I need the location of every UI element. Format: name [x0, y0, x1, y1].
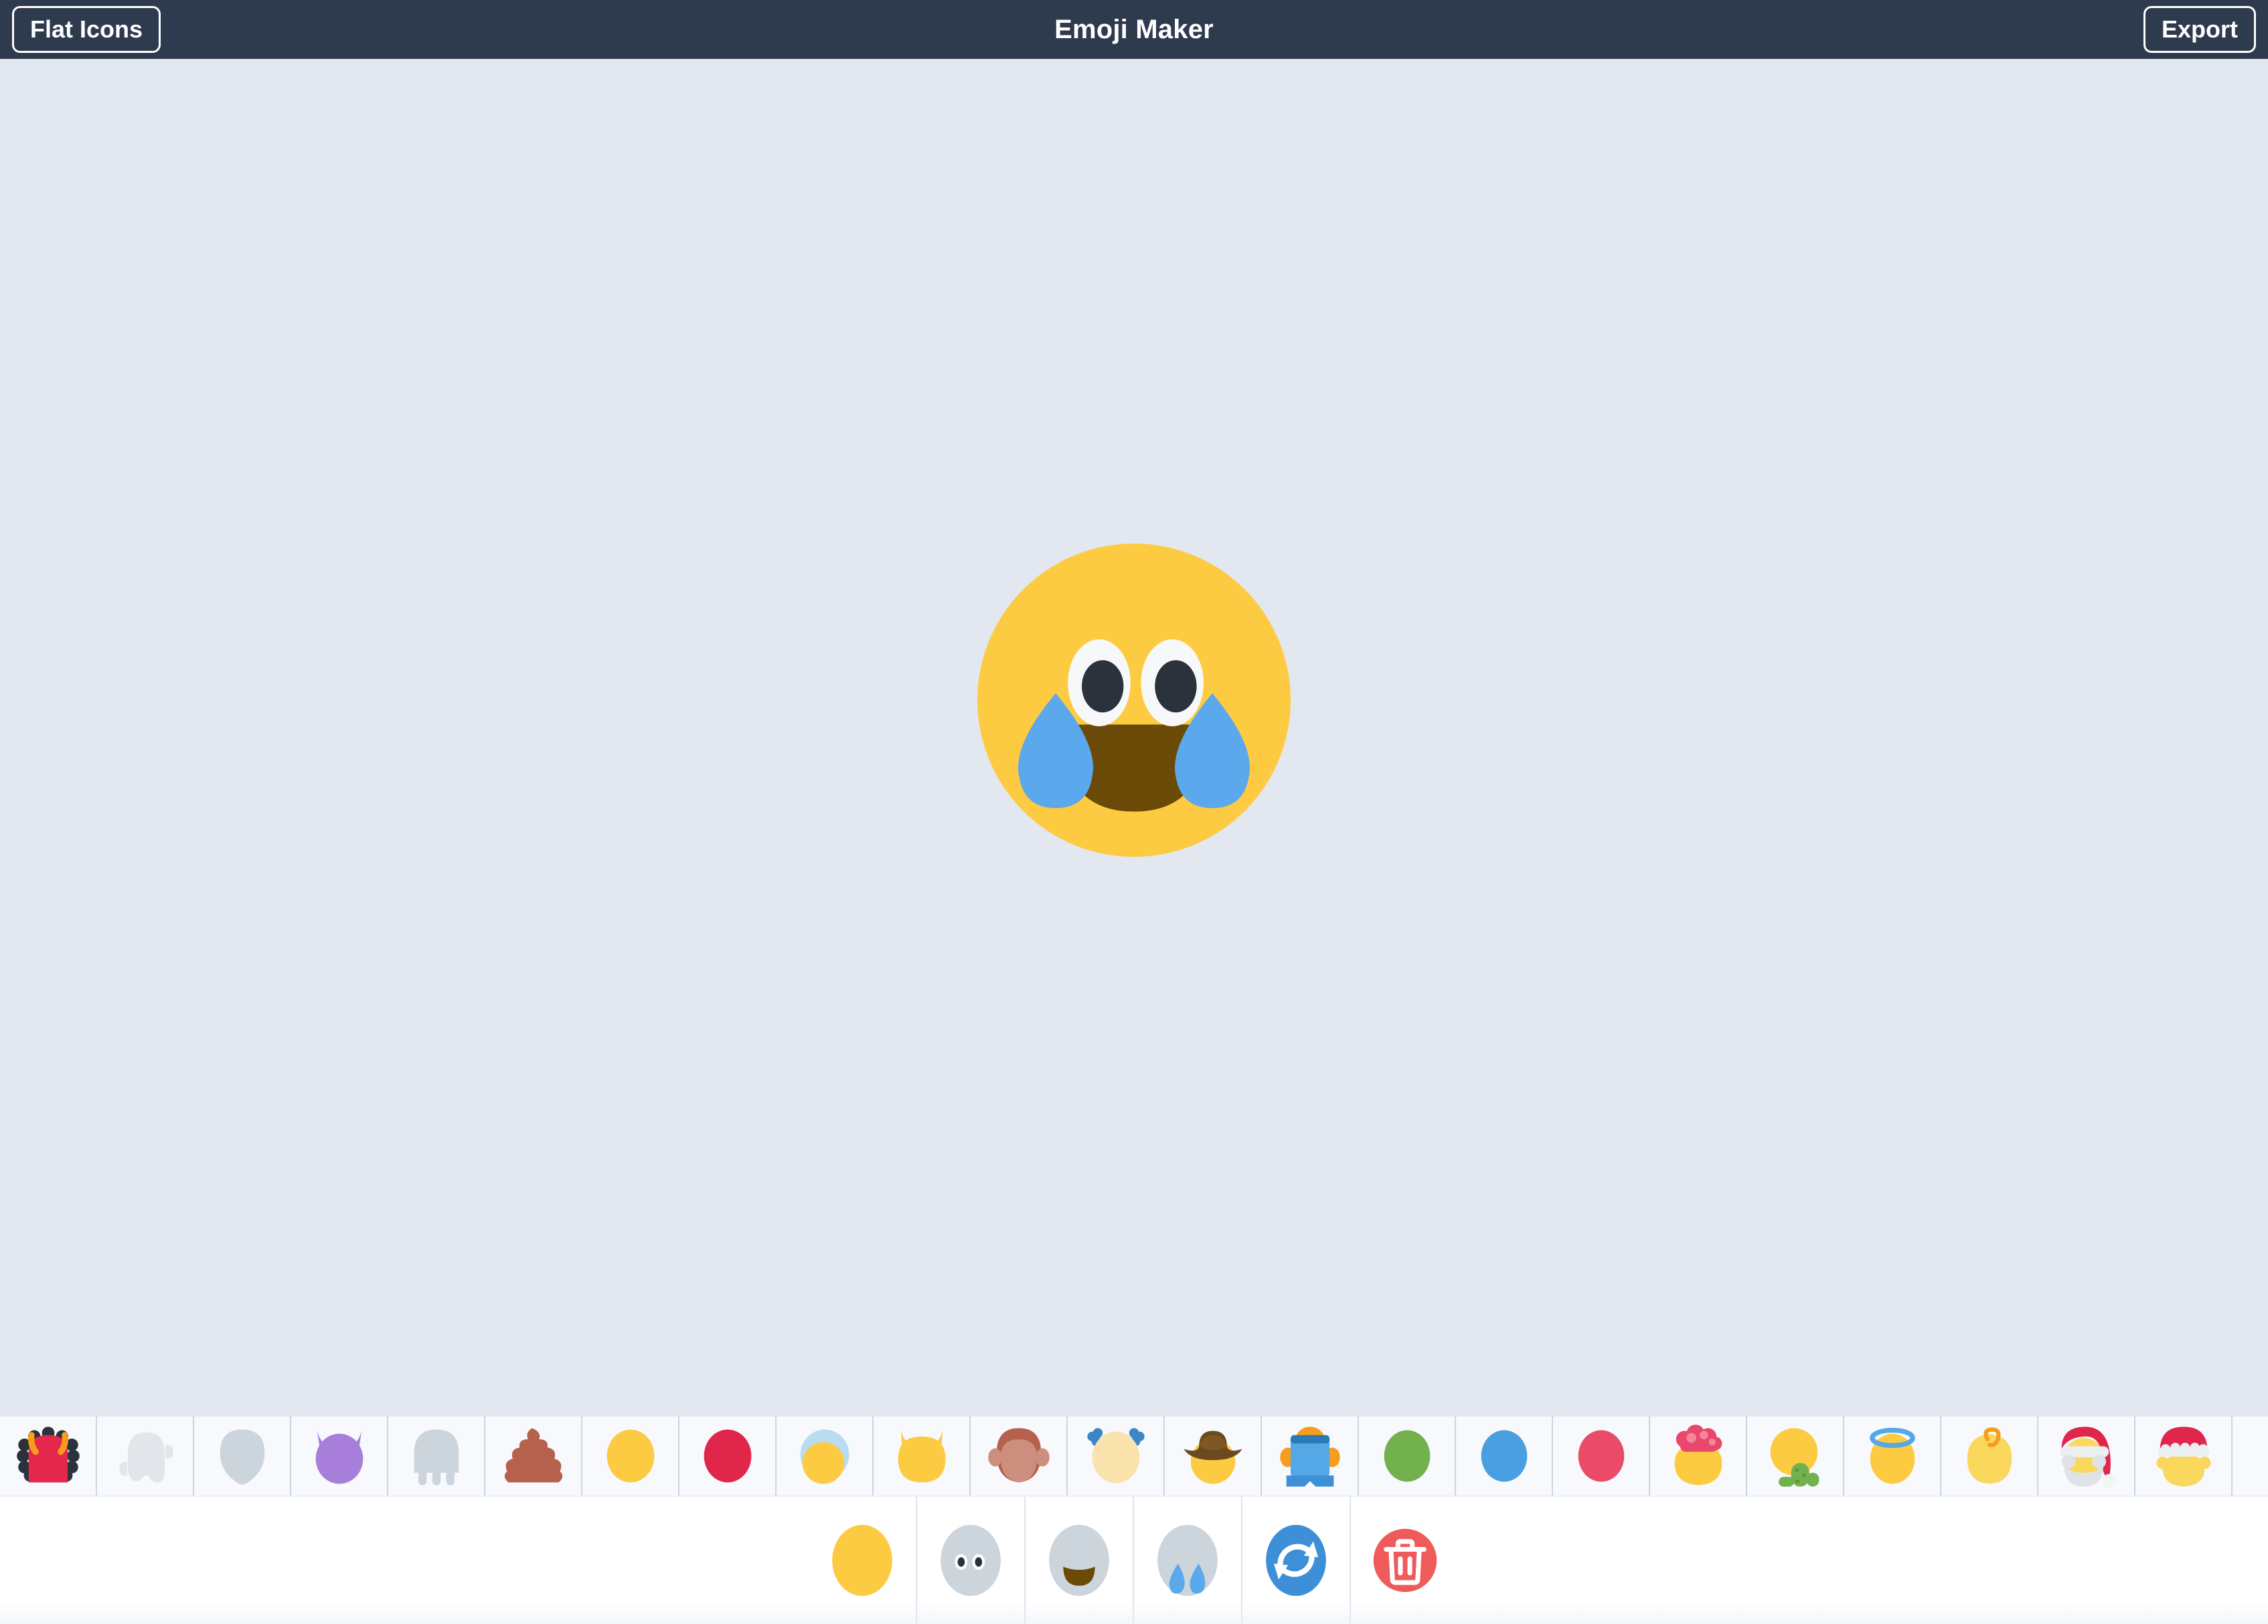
yellow-face-icon	[606, 1429, 654, 1483]
snow-cap-face-icon	[800, 1429, 849, 1484]
yellow-circle-icon	[832, 1524, 892, 1597]
palette-item-poop-base[interactable]	[485, 1416, 582, 1495]
palette-item-green-face-base[interactable]	[1359, 1416, 1456, 1495]
palette-item-cactus-face-base[interactable]	[1747, 1416, 1844, 1495]
palette-item-cat-face-base[interactable]	[874, 1416, 971, 1495]
tears-icon	[1157, 1524, 1218, 1597]
base-palette-strip[interactable]	[0, 1415, 2268, 1497]
app-header: Flat Icons Emoji Maker Export	[0, 0, 2268, 59]
devil-icon	[315, 1431, 363, 1484]
santa-hat-face-icon	[2156, 1427, 2211, 1487]
palette-item-cowboy-face-base[interactable]	[1165, 1416, 1262, 1495]
palette-item-alien-base[interactable]	[388, 1416, 485, 1495]
layer-toolbar	[0, 1497, 2268, 1624]
monster-icon	[16, 1427, 80, 1483]
refresh-icon	[1266, 1524, 1326, 1597]
palette-item-ghost-base[interactable]	[97, 1416, 194, 1495]
green-face-icon	[1384, 1430, 1430, 1482]
curl-face-icon	[1967, 1427, 2012, 1484]
emoji-right-eye-pupil	[1155, 660, 1197, 713]
santa-face-icon	[2059, 1427, 2116, 1488]
extras-layer-button[interactable]	[1134, 1497, 1242, 1624]
current-emoji-preview[interactable]	[960, 526, 1308, 874]
palette-item-santa-face-base[interactable]	[2038, 1416, 2135, 1495]
palette-item-pink-face-base[interactable]	[1553, 1416, 1650, 1495]
balloon-icon	[220, 1429, 264, 1485]
trash-icon	[1373, 1528, 1437, 1593]
palette-item-monkey-face-base[interactable]	[971, 1416, 1068, 1495]
export-button[interactable]: Export	[2143, 6, 2256, 53]
cat-face-icon	[898, 1429, 945, 1483]
mouth-icon	[1049, 1524, 1109, 1597]
alien-icon	[414, 1429, 459, 1485]
emoji-canvas[interactable]	[0, 59, 2268, 1415]
red-face-icon	[704, 1429, 751, 1483]
palette-item-angel-face-base[interactable]	[1844, 1416, 1941, 1495]
palette-item-red-face-base[interactable]	[679, 1416, 777, 1495]
poop-icon	[504, 1428, 562, 1483]
delete-button[interactable]	[1351, 1497, 1459, 1624]
mouth-layer-button[interactable]	[1026, 1497, 1134, 1624]
eyes-layer-button[interactable]	[917, 1497, 1026, 1624]
palette-item-blue-face-base[interactable]	[1456, 1416, 1553, 1495]
palette-item-yellow-face-base[interactable]	[582, 1416, 679, 1495]
palette-item-balloon-base[interactable]	[194, 1416, 291, 1495]
blue-face-icon	[1481, 1430, 1527, 1482]
palette-item-monster-base[interactable]	[0, 1416, 97, 1495]
pigtails-face-icon	[1086, 1428, 1145, 1483]
emoji-maker-app: Flat Icons Emoji Maker Export	[0, 0, 2268, 1624]
shuffle-button[interactable]	[1242, 1497, 1351, 1624]
base-layer-button[interactable]	[809, 1497, 917, 1624]
robot-face-icon	[1279, 1427, 1340, 1487]
ghost-icon	[118, 1432, 173, 1483]
monkey-face-icon	[987, 1428, 1050, 1483]
flat-icons-button[interactable]: Flat Icons	[12, 6, 161, 53]
palette-item-devil-base[interactable]	[291, 1416, 388, 1495]
palette-item-brain-face-base[interactable]	[1650, 1416, 1747, 1495]
emoji-left-eye-pupil	[1082, 660, 1124, 713]
palette-item-robot-face-base[interactable]	[1262, 1416, 1359, 1495]
eyes-icon	[941, 1524, 1001, 1597]
cactus-face-icon	[1770, 1428, 1819, 1487]
palette-item-snow-cap-face-base[interactable]	[777, 1416, 874, 1495]
angel-face-icon	[1869, 1427, 1915, 1484]
cowboy-face-icon	[1183, 1431, 1242, 1484]
page-title: Emoji Maker	[1054, 14, 1214, 44]
palette-item-curl-face-base[interactable]	[1941, 1416, 2038, 1495]
pink-face-icon	[1578, 1430, 1624, 1482]
brain-face-icon	[1674, 1425, 1722, 1485]
palette-item-santa-hat-face-base[interactable]	[2135, 1416, 2233, 1495]
palette-item-pigtails-face-base[interactable]	[1068, 1416, 1165, 1495]
